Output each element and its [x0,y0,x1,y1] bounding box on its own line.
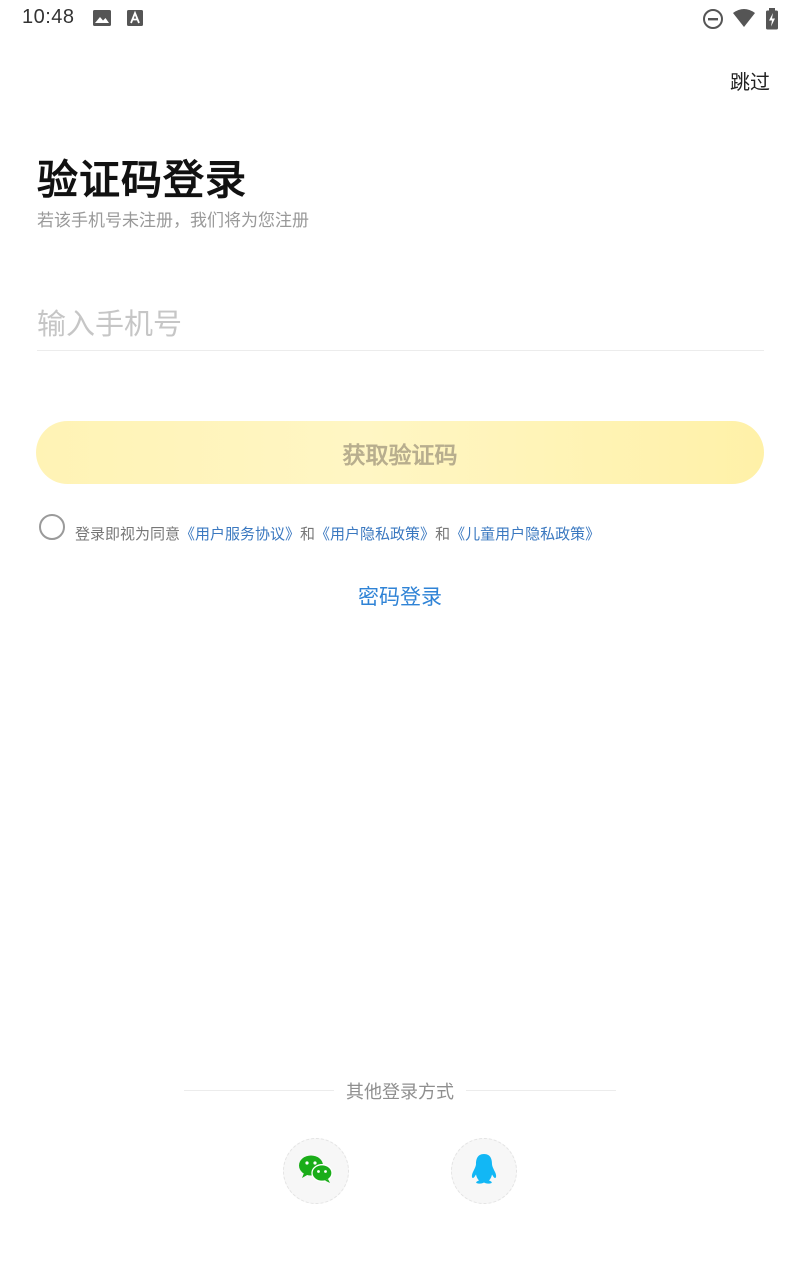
qq-icon [470,1153,498,1189]
password-login-link[interactable]: 密码登录 [358,585,442,609]
page-subtitle: 若该手机号未注册，我们将为您注册 [37,211,309,231]
get-code-button[interactable]: 获取验证码 [36,421,764,484]
other-login-divider: 其他登录方式 [184,1078,616,1104]
wifi-icon [732,8,756,32]
qq-login-button[interactable] [451,1138,517,1204]
agreement-and-2: 和 [435,525,451,543]
agreement-checkbox[interactable] [39,514,65,540]
battery-charging-icon [765,8,779,34]
wechat-icon [298,1154,334,1188]
wechat-login-button[interactable] [283,1138,349,1204]
status-time: 10:48 [22,6,75,28]
agreement-and-1: 和 [300,525,316,543]
password-login-container: 密码登录 [0,581,800,611]
keyboard-icon [126,8,144,32]
status-bar: 10:48 [0,0,800,36]
agreement-text: 登录即视为同意《用户服务协议》和《用户隐私政策》和《儿童用户隐私政策》 [75,523,600,544]
page-title: 验证码登录 [37,156,247,204]
do-not-disturb-icon [702,8,724,34]
login-screen: 10:48 跳过 验证码登录 若该手机号未注册，我们将为您注册 输入手机号 获取… [0,0,800,1280]
agreement-prefix: 登录即视为同意 [75,525,181,543]
user-agreement-link[interactable]: 《用户服务协议》 [180,525,300,543]
get-code-label: 获取验证码 [342,442,458,469]
privacy-policy-link[interactable]: 《用户隐私政策》 [315,525,435,543]
phone-number-input[interactable] [37,298,764,351]
image-icon [92,8,112,32]
skip-button[interactable]: 跳过 [730,66,770,95]
other-login-label: 其他登录方式 [346,1082,454,1103]
child-privacy-policy-link[interactable]: 《儿童用户隐私政策》 [450,525,600,543]
